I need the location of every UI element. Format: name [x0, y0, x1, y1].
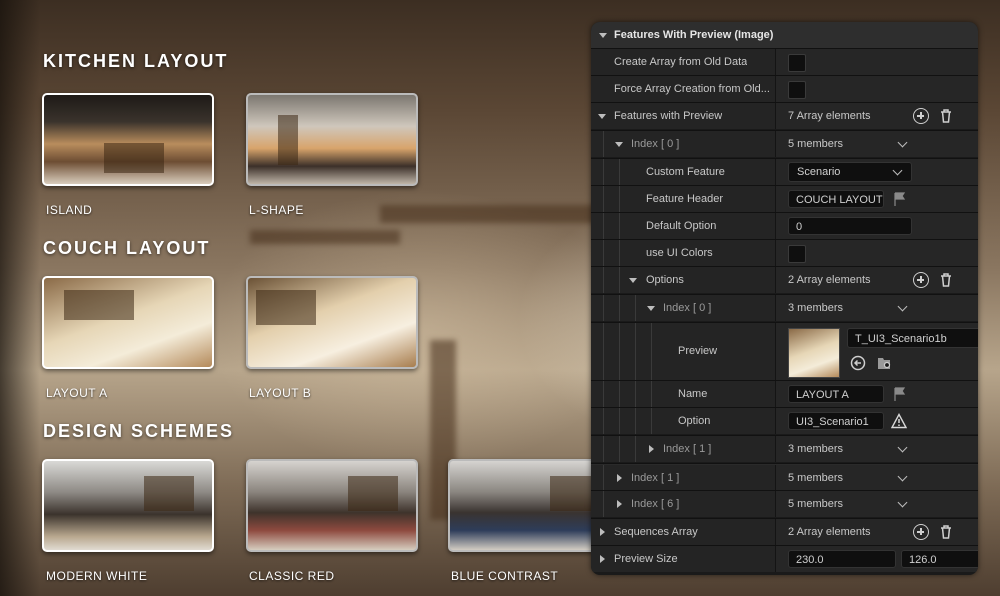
add-element-icon[interactable]	[913, 108, 929, 124]
chevron-down-icon	[892, 165, 903, 176]
custom-feature-dropdown[interactable]: Scenario	[788, 162, 912, 182]
row-options-index-1: Index [ 1 ] 3 members	[591, 436, 978, 462]
option-input[interactable]: UI3_Scenario1	[788, 412, 884, 430]
create-array-checkbox[interactable]	[788, 54, 806, 72]
row-preview-size: Preview Size 230.0 126.0	[591, 546, 978, 572]
default-option-input[interactable]: 0	[788, 217, 912, 235]
thumb-layout-a[interactable]	[42, 276, 214, 369]
chevron-down-icon[interactable]	[897, 442, 908, 453]
caption-l-shape: L-SHAPE	[249, 203, 304, 217]
caption-blue-contrast: BLUE CONTRAST	[451, 569, 559, 583]
thumb-layout-b[interactable]	[246, 276, 418, 369]
expand-arrow-icon[interactable]	[599, 33, 607, 38]
row-feature-header: Feature Header COUCH LAYOUT	[591, 186, 978, 212]
name-input[interactable]: LAYOUT A	[788, 385, 884, 403]
row-features-with-preview: Features with Preview 7 Array elements	[591, 103, 978, 129]
row-options-index-0: Index [ 0 ] 3 members	[591, 295, 978, 321]
thumb-island[interactable]	[42, 93, 214, 186]
preview-size-x-input[interactable]: 230.0	[788, 550, 896, 568]
row-force-array: Force Array Creation from Old...	[591, 76, 978, 102]
row-index-6: Index [ 6 ] 5 members	[591, 491, 978, 517]
row-custom-feature: Custom Feature Scenario	[591, 159, 978, 185]
caption-layout-b: LAYOUT B	[249, 386, 312, 400]
preview-size-y-input[interactable]: 126.0	[901, 550, 978, 568]
trash-icon[interactable]	[938, 524, 954, 540]
thumb-modern-white[interactable]	[42, 459, 214, 552]
add-element-icon[interactable]	[913, 524, 929, 540]
add-element-icon[interactable]	[913, 272, 929, 288]
chevron-down-icon[interactable]	[897, 471, 908, 482]
row-use-ui-colors: use UI Colors	[591, 240, 978, 266]
trash-icon[interactable]	[938, 108, 954, 124]
collapse-arrow-icon[interactable]	[649, 445, 654, 453]
force-array-checkbox[interactable]	[788, 81, 806, 99]
details-panel: Features With Preview (Image) Create Arr…	[591, 22, 978, 575]
feature-header-input[interactable]: COUCH LAYOUT	[788, 190, 884, 208]
caption-modern-white: MODERN WHITE	[46, 569, 148, 583]
expand-arrow-icon[interactable]	[647, 306, 655, 311]
section-title-couch: COUCH LAYOUT	[43, 238, 211, 258]
chevron-down-icon[interactable]	[897, 301, 908, 312]
expand-arrow-icon[interactable]	[598, 114, 606, 119]
expand-arrow-icon[interactable]	[629, 278, 637, 283]
use-selected-icon[interactable]	[850, 355, 866, 371]
caption-classic-red: CLASSIC RED	[249, 569, 335, 583]
row-option: Option UI3_Scenario1	[591, 408, 978, 434]
chevron-down-icon[interactable]	[897, 497, 908, 508]
row-preview: Preview T_UI3_Scenario1b	[591, 323, 978, 380]
caption-island: ISLAND	[46, 203, 93, 217]
chevron-down-icon[interactable]	[897, 137, 908, 148]
feature-gallery: KITCHEN LAYOUT ISLAND L-SHAPE COUCH LAYO…	[0, 0, 620, 596]
collapse-arrow-icon[interactable]	[600, 528, 605, 536]
category-header[interactable]: Features With Preview (Image)	[591, 22, 978, 48]
row-sequences-array: Sequences Array 2 Array elements	[591, 519, 978, 545]
flag-icon[interactable]	[892, 191, 908, 207]
row-index-0: Index [ 0 ] 5 members	[591, 131, 978, 157]
row-name: Name LAYOUT A	[591, 381, 978, 407]
expand-arrow-icon[interactable]	[615, 142, 623, 147]
section-title-kitchen: KITCHEN LAYOUT	[43, 51, 229, 71]
use-ui-colors-checkbox[interactable]	[788, 245, 806, 263]
thumb-l-shape[interactable]	[246, 93, 418, 186]
row-index-1: Index [ 1 ] 5 members	[591, 465, 978, 491]
collapse-arrow-icon[interactable]	[600, 555, 605, 563]
thumb-classic-red[interactable]	[246, 459, 418, 552]
collapse-arrow-icon[interactable]	[617, 474, 622, 482]
preview-thumbnail[interactable]	[788, 328, 840, 378]
trash-icon[interactable]	[938, 272, 954, 288]
preview-asset-field[interactable]: T_UI3_Scenario1b	[847, 328, 978, 348]
flag-icon[interactable]	[892, 386, 908, 402]
browse-icon[interactable]	[876, 355, 892, 371]
collapse-arrow-icon[interactable]	[617, 500, 622, 508]
row-options: Options 2 Array elements	[591, 267, 978, 293]
warning-icon	[891, 413, 907, 429]
section-title-design: DESIGN SCHEMES	[43, 421, 235, 441]
caption-layout-a: LAYOUT A	[46, 386, 108, 400]
row-create-array: Create Array from Old Data	[591, 49, 978, 75]
row-default-option: Default Option 0	[591, 213, 978, 239]
